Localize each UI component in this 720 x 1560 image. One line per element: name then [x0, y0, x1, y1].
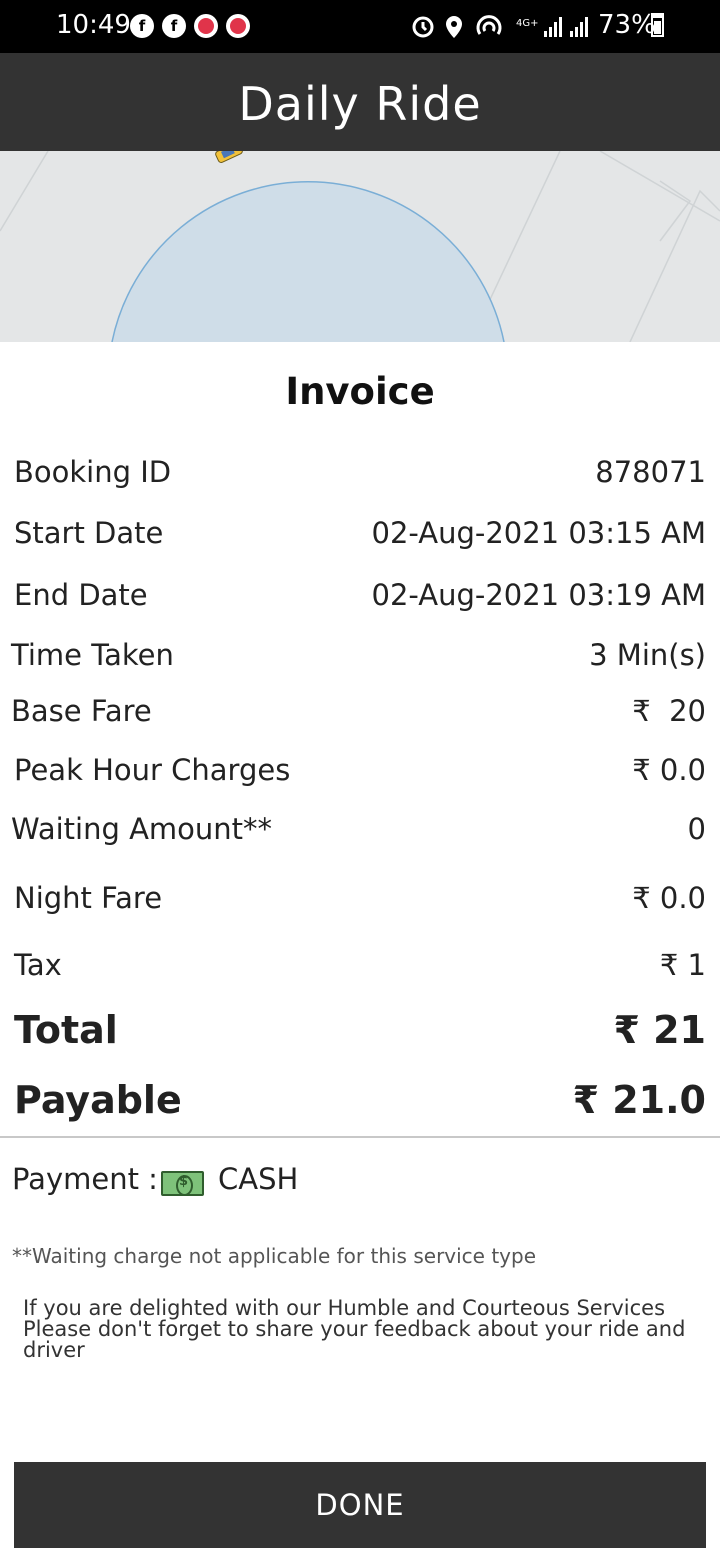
alarm-icon	[412, 16, 434, 38]
feedback-line: If you are delighted with our Humble and…	[23, 1296, 666, 1320]
row-label: Peak Hour Charges	[14, 753, 291, 787]
row-label: Night Fare	[14, 881, 163, 915]
app-bar: Daily Ride	[0, 53, 720, 151]
signal-icon	[544, 17, 562, 37]
app-notification-icon	[226, 14, 250, 38]
row-label: Time Taken	[11, 638, 174, 672]
cash-icon	[161, 1171, 204, 1196]
feedback-message: If you are delighted with our Humble and…	[23, 1298, 703, 1361]
pickup-radius-circle	[111, 181, 505, 342]
row-value: ₹ 0.0	[632, 753, 706, 787]
row-label: Start Date	[14, 516, 164, 550]
page-title: Daily Ride	[238, 77, 482, 131]
row-value: ₹ 1	[659, 948, 706, 982]
total-value: ₹ 21	[613, 1008, 706, 1052]
map-canvas	[0, 151, 720, 342]
car-marker-icon	[215, 151, 243, 164]
battery-icon	[651, 13, 664, 37]
row-label: Waiting Amount**	[11, 812, 273, 846]
app-notification-icon: f	[162, 14, 186, 38]
payable-value: ₹ 21.0	[572, 1078, 706, 1122]
app-notification-icon: f	[130, 14, 154, 38]
4g-icon: 4G+	[516, 18, 539, 29]
invoice-title: Invoice	[285, 370, 435, 413]
waiting-charge-note: **Waiting charge not applicable for this…	[12, 1244, 537, 1268]
location-icon	[446, 16, 462, 38]
status-time: 10:49	[56, 10, 131, 40]
app-notification-icon	[194, 14, 218, 38]
feedback-line: driver	[23, 1338, 85, 1362]
row-value: 02-Aug-2021 03:19 AM	[371, 578, 707, 612]
payable-label: Payable	[14, 1078, 182, 1122]
battery-percent: 73%	[598, 10, 656, 40]
done-button[interactable]: DONE	[14, 1462, 706, 1548]
row-label: Base Fare	[11, 694, 152, 728]
divider	[0, 1136, 720, 1138]
row-label: Booking ID	[14, 455, 172, 489]
feedback-line: Please don't forget to share your feedba…	[23, 1317, 686, 1341]
hotspot-icon	[476, 15, 502, 35]
total-label: Total	[14, 1008, 118, 1052]
row-value: 3 Min(s)	[589, 638, 706, 672]
row-label: End Date	[14, 578, 148, 612]
row-value: 878071	[595, 455, 706, 489]
row-label: Tax	[14, 948, 62, 982]
row-value: ₹ 0.0	[632, 881, 706, 915]
payment-label: Payment :	[12, 1162, 158, 1196]
row-value: ₹ 20	[632, 694, 706, 728]
payment-method: CASH	[218, 1162, 299, 1196]
signal-icon	[570, 17, 588, 37]
status-bar: 10:49 f f 4G+ 73%	[0, 0, 720, 53]
route-map[interactable]	[0, 151, 720, 342]
row-value: 02-Aug-2021 03:15 AM	[371, 516, 707, 550]
row-value: 0	[687, 812, 706, 846]
